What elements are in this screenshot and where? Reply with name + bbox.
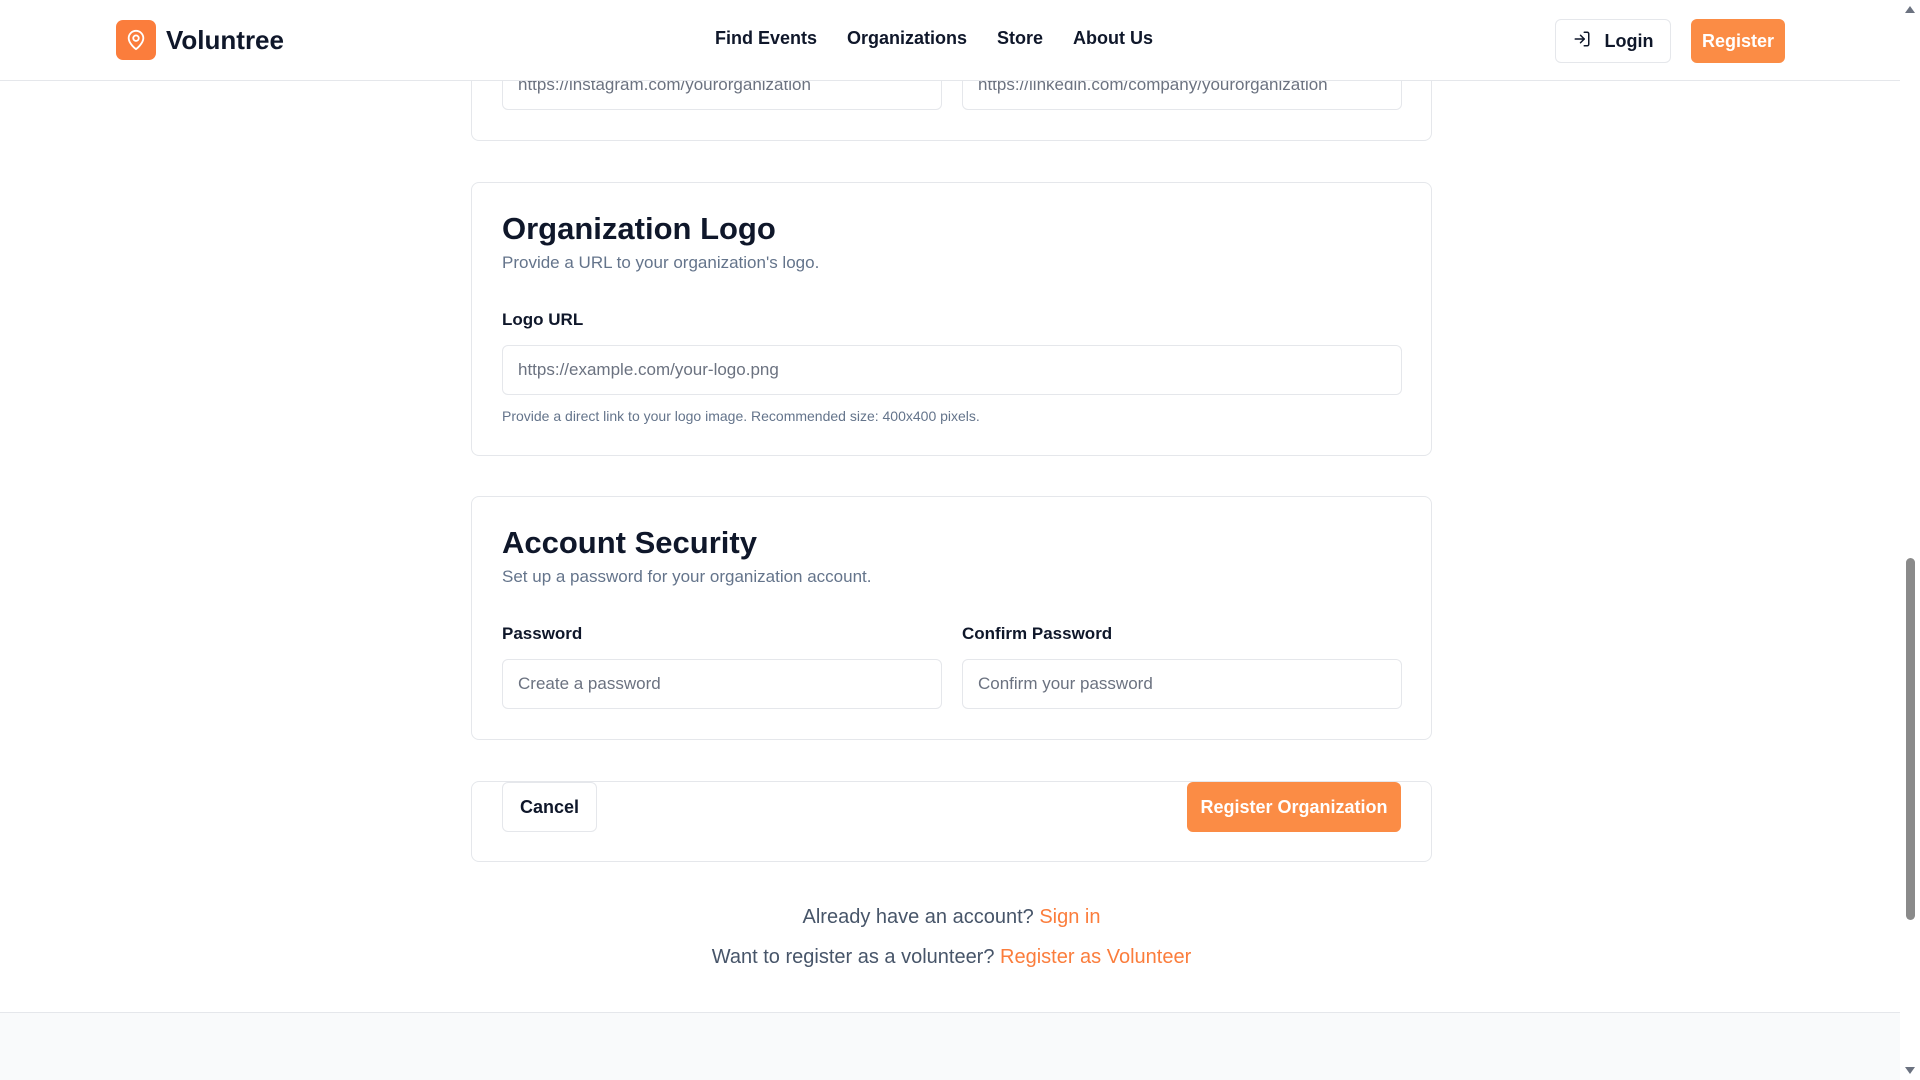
brand-logo[interactable]: Voluntree [116, 20, 284, 60]
nav-find-events[interactable]: Find Events [715, 28, 817, 49]
map-pin-icon [116, 20, 156, 60]
site-header: Voluntree Find Events Organizations Stor… [0, 0, 1900, 81]
page-content: Organization Logo Provide a URL to your … [0, 0, 1900, 1080]
vertical-scrollbar[interactable] [1900, 0, 1920, 1080]
volunteer-prompt: Want to register as a volunteer? [711, 946, 995, 968]
sign-in-link[interactable]: Sign in [1039, 906, 1100, 928]
account-security-card: Account Security Set up a password for y… [471, 496, 1432, 740]
scroll-up-arrow-icon[interactable] [1905, 6, 1915, 13]
cancel-button[interactable]: Cancel [502, 782, 597, 832]
signin-prompt-line: Already have an account? Sign in [471, 906, 1432, 929]
nav-organizations[interactable]: Organizations [847, 28, 967, 49]
footer-band [0, 1012, 1900, 1080]
signin-prompt: Already have an account? [802, 906, 1034, 928]
brand-name: Voluntree [166, 24, 284, 55]
nav-store[interactable]: Store [997, 28, 1043, 49]
nav-about-us[interactable]: About Us [1073, 28, 1153, 49]
password-label: Password [502, 624, 583, 643]
scrollbar-thumb[interactable] [1906, 558, 1915, 920]
logo-section-title: Organization Logo [502, 211, 776, 246]
volunteer-prompt-line: Want to register as a volunteer? Registe… [471, 946, 1432, 969]
confirm-password-label: Confirm Password [962, 624, 1113, 643]
login-label: Login [1604, 30, 1654, 51]
logo-url-hint: Provide a direct link to your logo image… [502, 408, 980, 424]
page: Organization Logo Provide a URL to your … [0, 0, 1900, 1080]
security-section-description: Set up a password for your organization … [502, 567, 872, 586]
confirm-password-input[interactable] [962, 659, 1402, 709]
register-volunteer-link[interactable]: Register as Volunteer [1000, 946, 1191, 968]
password-input[interactable] [502, 659, 942, 709]
logo-url-label: Logo URL [502, 310, 584, 329]
logo-section-description: Provide a URL to your organization's log… [502, 253, 820, 272]
organization-logo-card: Organization Logo Provide a URL to your … [471, 182, 1432, 456]
scroll-down-arrow-icon[interactable] [1905, 1067, 1915, 1074]
register-organization-button[interactable]: Register Organization [1187, 782, 1401, 832]
login-button[interactable]: Login [1555, 19, 1671, 63]
security-section-title: Account Security [502, 525, 757, 560]
main-nav: Find Events Organizations Store About Us [715, 28, 1153, 49]
logo-url-input[interactable] [502, 345, 1402, 395]
register-button[interactable]: Register [1691, 19, 1785, 63]
form-actions-card: Cancel Register Organization [471, 781, 1432, 862]
log-in-icon [1573, 30, 1591, 53]
